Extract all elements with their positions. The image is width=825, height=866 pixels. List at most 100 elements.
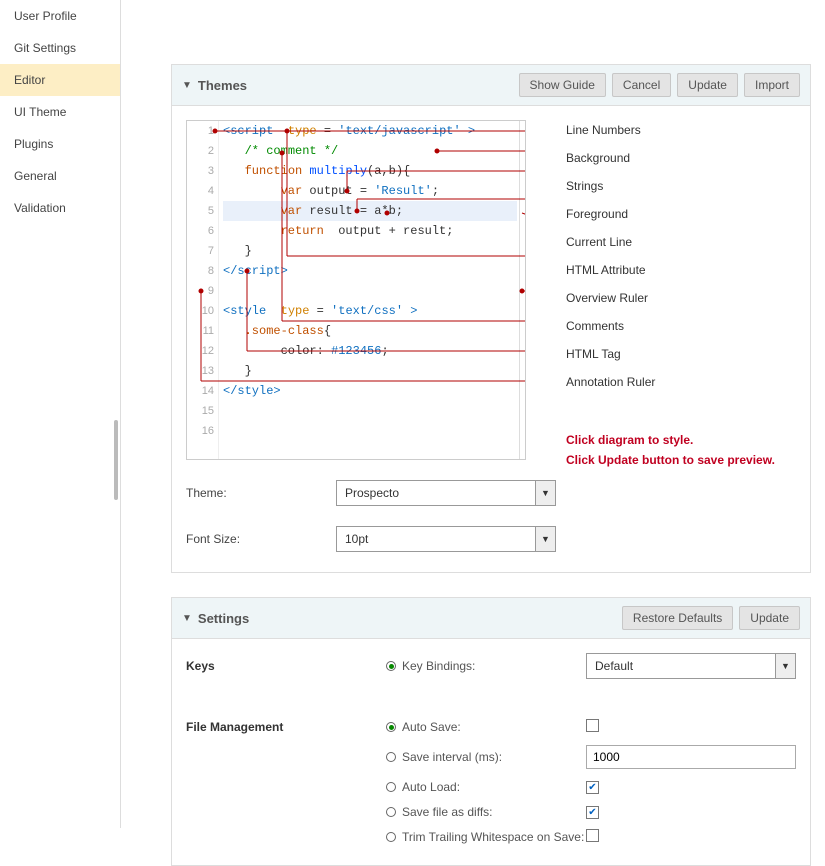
theme-label[interactable]: Annotation Ruler [566, 372, 775, 400]
save-diffs-label: Save file as diffs: [402, 805, 493, 819]
line-number: 7 [187, 241, 214, 261]
theme-label[interactable]: Strings [566, 176, 775, 204]
key-bindings-label: Key Bindings: [402, 659, 475, 673]
chevron-down-icon: ▼ [535, 527, 555, 551]
sidebar-item-editor[interactable]: Editor [0, 64, 120, 96]
settings-panel-header: ▼ Settings Restore Defaults Update [172, 598, 810, 639]
code-line: .some-class{ [223, 321, 517, 341]
themes-panel: ▼ Themes Show Guide Cancel Update Import… [171, 64, 811, 573]
auto-save-label: Auto Save: [402, 720, 461, 734]
trim-ws-label: Trim Trailing Whitespace on Save: [402, 830, 584, 844]
line-number: 15 [187, 401, 214, 421]
font-size-value: 10pt [345, 532, 368, 546]
theme-label-list: Line Numbers Background Strings Foregrou… [566, 120, 775, 460]
auto-load-label: Auto Load: [402, 780, 460, 794]
theme-label[interactable]: Line Numbers [566, 120, 775, 148]
line-number: 4 [187, 181, 214, 201]
sidebar-item-user-profile[interactable]: User Profile [0, 0, 120, 32]
radio-unselected-icon [386, 782, 396, 792]
overview-ruler[interactable] [519, 121, 525, 459]
code-line: } [223, 241, 517, 261]
line-number: 8 [187, 261, 214, 281]
line-number: 1 [187, 121, 214, 141]
settings-update-button[interactable]: Update [739, 606, 800, 630]
code-line-current: var result = a*b; [223, 201, 517, 221]
font-size-select[interactable]: 10pt ▼ [336, 526, 556, 552]
sidebar-item-general[interactable]: General [0, 160, 120, 192]
auto-save-checkbox[interactable] [586, 719, 599, 732]
code-line: <script type = 'text/javascript' > [223, 121, 517, 141]
theme-label[interactable]: Current Line [566, 232, 775, 260]
code-line: /* comment */ [223, 141, 517, 161]
main-content: ▼ Themes Show Guide Cancel Update Import… [121, 0, 825, 828]
code-line: var output = 'Result'; [223, 181, 517, 201]
sidebar-scrollbar[interactable] [114, 420, 118, 500]
update-button[interactable]: Update [677, 73, 738, 97]
diagram-hint: Click diagram to style. Click Update but… [566, 430, 775, 458]
collapse-icon[interactable]: ▼ [182, 80, 192, 91]
line-number: 16 [187, 421, 214, 441]
radio-selected-icon [386, 722, 396, 732]
theme-label[interactable]: Overview Ruler [566, 288, 775, 316]
trim-ws-checkbox[interactable] [586, 829, 599, 842]
sidebar-item-git-settings[interactable]: Git Settings [0, 32, 120, 64]
theme-label[interactable]: Background [566, 148, 775, 176]
sidebar-item-plugins[interactable]: Plugins [0, 128, 120, 160]
editor-preview[interactable]: 1 2 3 4 5 6 7 8 9 10 11 12 13 14 [186, 120, 526, 460]
line-number: 11 [187, 321, 214, 341]
key-bindings-select[interactable]: Default ▼ [586, 653, 796, 679]
chevron-down-icon: ▼ [775, 654, 795, 678]
theme-diagram: 1 2 3 4 5 6 7 8 9 10 11 12 13 14 [186, 120, 796, 460]
code-line: function multiply(a,b){ [223, 161, 517, 181]
collapse-icon[interactable]: ▼ [182, 613, 192, 624]
save-interval-row[interactable]: Save interval (ms): [386, 750, 586, 764]
line-number-gutter[interactable]: 1 2 3 4 5 6 7 8 9 10 11 12 13 14 [187, 121, 219, 459]
save-interval-label: Save interval (ms): [402, 750, 502, 764]
save-diffs-checkbox[interactable]: ✔ [586, 806, 599, 819]
key-bindings-row[interactable]: Key Bindings: [386, 659, 586, 673]
settings-panel-body: Keys Key Bindings: Default ▼ File Manage… [172, 639, 810, 865]
line-number: 13 [187, 361, 214, 381]
auto-save-row[interactable]: Auto Save: [386, 720, 586, 734]
line-number: 12 [187, 341, 214, 361]
theme-label[interactable]: HTML Tag [566, 344, 775, 372]
settings-title: Settings [198, 611, 616, 626]
code-line: } [223, 361, 517, 381]
themes-panel-body: 1 2 3 4 5 6 7 8 9 10 11 12 13 14 [172, 106, 810, 572]
code-line: color: #123456; [223, 341, 517, 361]
code-line [223, 281, 517, 301]
save-diffs-row[interactable]: Save file as diffs: [386, 805, 586, 819]
settings-panel: ▼ Settings Restore Defaults Update Keys … [171, 597, 811, 866]
import-button[interactable]: Import [744, 73, 800, 97]
show-guide-button[interactable]: Show Guide [519, 73, 606, 97]
cancel-button[interactable]: Cancel [612, 73, 671, 97]
code-line: <style type = 'text/css' > [223, 301, 517, 321]
sidebar-item-ui-theme[interactable]: UI Theme [0, 96, 120, 128]
auto-load-checkbox[interactable]: ✔ [586, 781, 599, 794]
code-area[interactable]: <script type = 'text/javascript' > /* co… [223, 121, 517, 401]
theme-label[interactable]: Foreground [566, 204, 775, 232]
theme-label[interactable]: HTML Attribute [566, 260, 775, 288]
radio-unselected-icon [386, 807, 396, 817]
radio-selected-icon [386, 661, 396, 671]
save-interval-input[interactable] [586, 745, 796, 769]
radio-unselected-icon [386, 752, 396, 762]
theme-label-text: Theme: [186, 486, 336, 500]
code-line: return output + result; [223, 221, 517, 241]
theme-row: Theme: Prospecto ▼ [186, 480, 796, 506]
restore-defaults-button[interactable]: Restore Defaults [622, 606, 733, 630]
line-number: 6 [187, 221, 214, 241]
sidebar-item-validation[interactable]: Validation [0, 192, 120, 224]
auto-load-row[interactable]: Auto Load: [386, 780, 586, 794]
file-management-title: File Management [186, 720, 386, 734]
themes-title: Themes [198, 78, 513, 93]
line-number: 2 [187, 141, 214, 161]
font-size-label: Font Size: [186, 532, 336, 546]
trim-ws-row[interactable]: Trim Trailing Whitespace on Save: [386, 830, 586, 844]
sidebar: User Profile Git Settings Editor UI Them… [0, 0, 121, 828]
theme-select[interactable]: Prospecto ▼ [336, 480, 556, 506]
line-number: 9 [187, 281, 214, 301]
theme-label[interactable]: Comments [566, 316, 775, 344]
line-number: 14 [187, 381, 214, 401]
themes-panel-header: ▼ Themes Show Guide Cancel Update Import [172, 65, 810, 106]
